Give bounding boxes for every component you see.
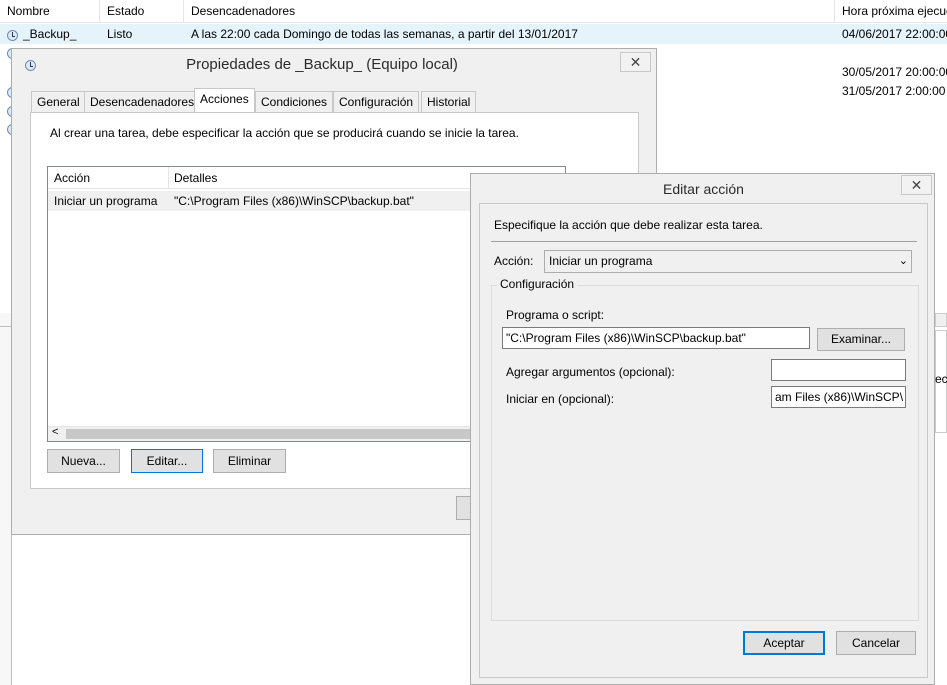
task-name: _Backup_ [23, 27, 77, 41]
task-list-header: Nombre Estado Desencadenadores Hora próx… [0, 0, 947, 23]
background-panel-text: ec [935, 372, 947, 386]
action-select[interactable]: Iniciar un programa ⌄ [544, 250, 912, 273]
program-label: Programa o script: [506, 308, 605, 322]
task-next-run: 04/06/2017 22:00:00 [842, 27, 947, 41]
tab-conditions[interactable]: Condiciones [255, 91, 334, 112]
new-action-button[interactable]: Nueva... [47, 449, 120, 473]
tab-general[interactable]: General [31, 91, 86, 112]
chevron-down-icon: ⌄ [898, 255, 908, 267]
column-header-triggers[interactable]: Desencadenadores [184, 0, 835, 23]
action-select-value: Iniciar un programa [549, 254, 653, 268]
tab-history[interactable]: Historial [421, 91, 477, 112]
tab-triggers[interactable]: Desencadenadores [84, 91, 201, 112]
task-next-run: 30/05/2017 20:00:00 [842, 65, 947, 79]
close-button[interactable]: ✕ [620, 52, 651, 72]
column-header-details[interactable]: Detalles [174, 171, 217, 185]
column-header-name[interactable]: Nombre [0, 0, 100, 23]
task-row[interactable]: _Backup_ Listo A las 22:00 cada Domingo … [0, 24, 947, 44]
browse-button[interactable]: Examinar... [817, 328, 905, 351]
edit-action-button[interactable]: Editar... [131, 449, 203, 473]
tab-settings[interactable]: Configuración [333, 91, 420, 112]
scroll-left-arrow-icon[interactable]: < [52, 426, 58, 438]
clock-icon [7, 25, 18, 45]
actions-intro: Al crear una tarea, debe especificar la … [50, 126, 519, 140]
task-next-run: 31/05/2017 2:00:00 [842, 84, 946, 98]
start-in-label: Iniciar en (opcional): [506, 392, 615, 406]
column-header-state[interactable]: Estado [100, 0, 184, 23]
clock-icon [25, 58, 36, 72]
edit-dialog-body: Especifique la acción que debe realizar … [479, 203, 928, 678]
column-divider [168, 167, 169, 189]
task-state: Listo [107, 27, 133, 41]
task-trigger: A las 22:00 cada Domingo de todas las se… [191, 27, 578, 41]
cancel-button[interactable]: Cancelar [836, 631, 916, 655]
column-header-action[interactable]: Acción [54, 171, 90, 185]
background-control [935, 313, 947, 327]
action-details: "C:\Program Files (x86)\WinSCP\backup.ba… [174, 194, 414, 208]
start-in-input[interactable]: am Files (x86)\WinSCP\ [771, 386, 906, 408]
program-input[interactable]: "C:\Program Files (x86)\WinSCP\backup.ba… [502, 327, 810, 349]
tab-actions[interactable]: Acciones [194, 88, 255, 112]
separator [491, 241, 917, 242]
settings-group-label: Configuración [497, 277, 578, 291]
edit-dialog-title: Editar acción [663, 181, 744, 197]
properties-dialog-title: Propiedades de _Backup_ (Equipo local) [186, 56, 458, 73]
arguments-input[interactable] [771, 359, 906, 381]
desktop: { "task_list": { "columns": { "name": "N… [0, 0, 947, 685]
edit-instruction: Especifique la acción que debe realizar … [494, 218, 763, 232]
action-label: Acción: [494, 254, 534, 268]
delete-action-button[interactable]: Eliminar [213, 449, 286, 473]
edit-action-dialog: Editar acción ✕ Especifique la acción qu… [470, 173, 935, 685]
column-header-next-run[interactable]: Hora próxima ejecuc [835, 0, 947, 23]
arguments-label: Agregar argumentos (opcional): [506, 365, 675, 379]
action-type: Iniciar un programa [54, 194, 158, 208]
close-button[interactable]: ✕ [901, 175, 932, 195]
ok-button[interactable]: Aceptar [743, 631, 825, 655]
